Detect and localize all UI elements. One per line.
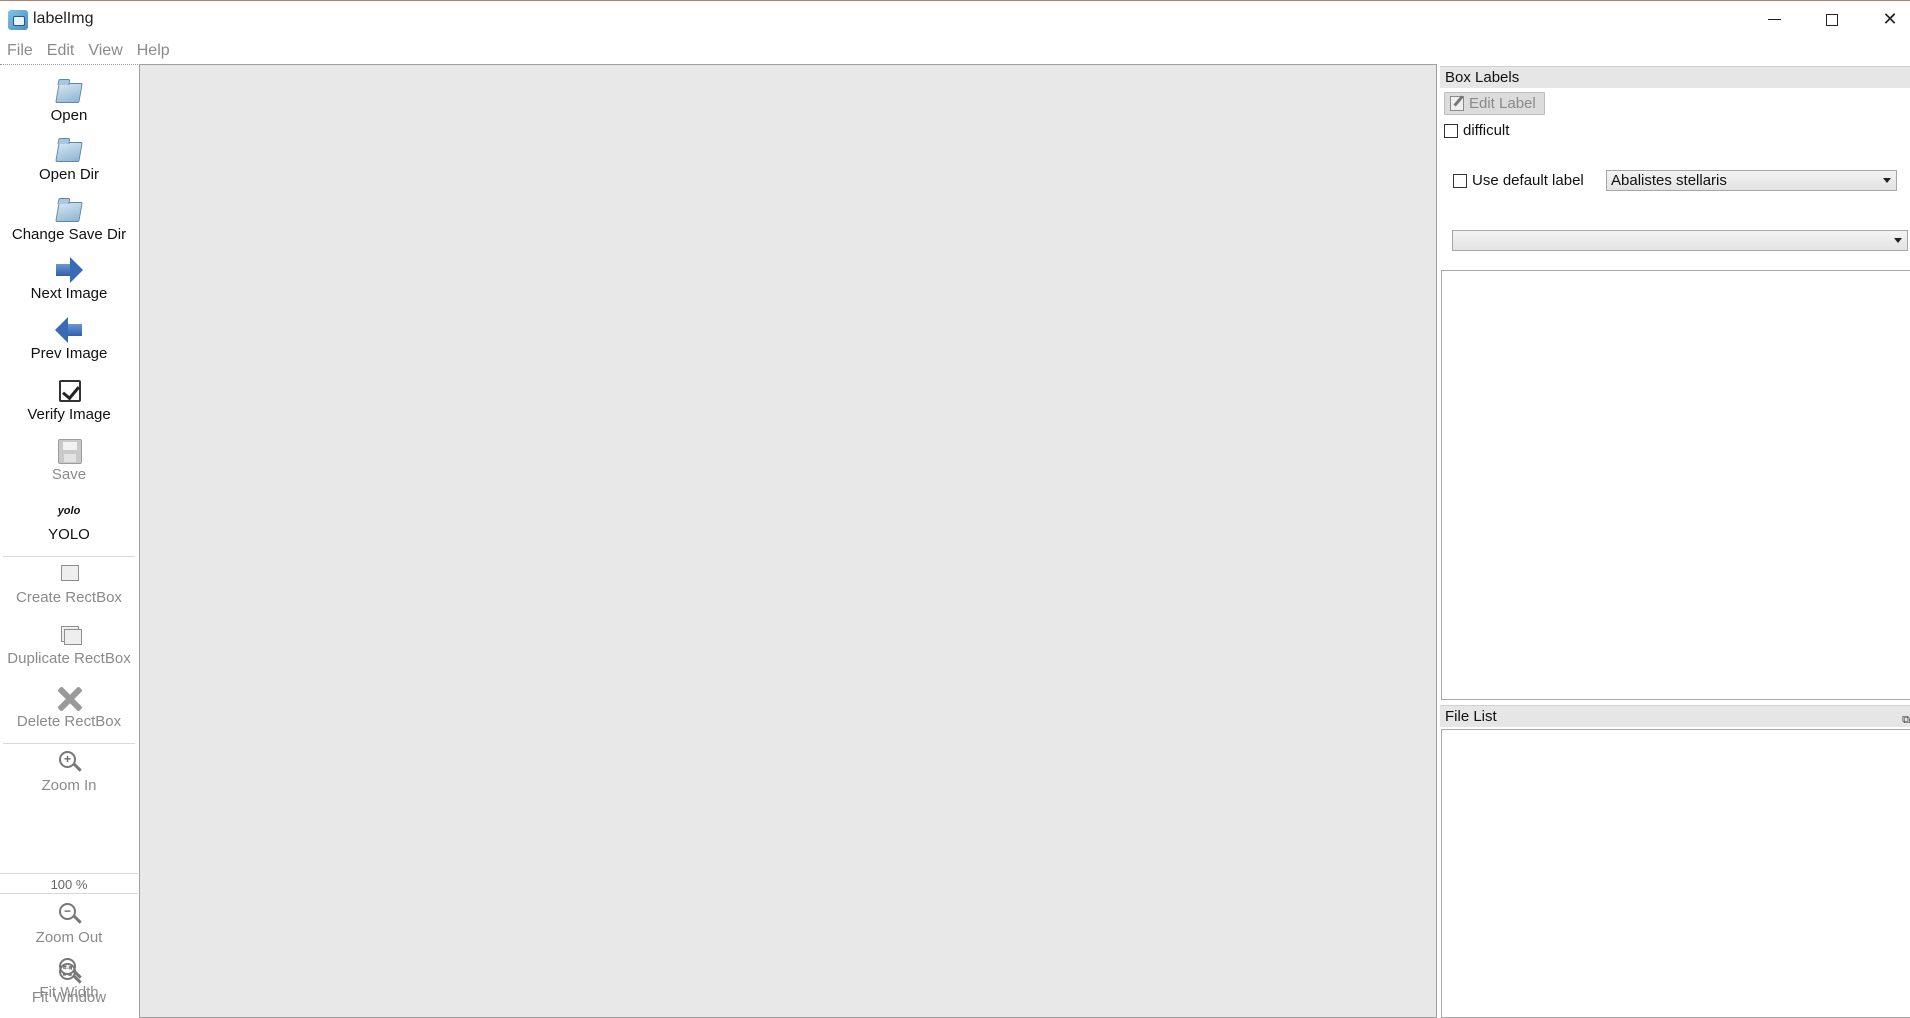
window-title: labelImg [33, 10, 94, 27]
checkbox-icon [54, 376, 84, 406]
prev-image-button[interactable]: Prev Image [0, 315, 138, 362]
minimize-icon [1767, 19, 1781, 20]
verify-image-button[interactable]: Verify Image [0, 376, 138, 423]
yolo-icon: yolo [57, 505, 81, 517]
zoom-in-button[interactable]: + Zoom In [0, 747, 138, 794]
toolbar-separator [3, 556, 135, 557]
zoom-out-button[interactable]: − Zoom Out [0, 899, 138, 946]
open-dir-button[interactable]: Open Dir [0, 136, 138, 183]
title-bar: labelImg ✕ [0, 0, 1910, 37]
label-filter-combo[interactable] [1452, 230, 1908, 251]
maximize-icon [1826, 13, 1838, 26]
box-labels-title: Box Labels [1440, 66, 1910, 88]
delete-rectbox-button[interactable]: Delete RectBox [0, 683, 138, 730]
file-list-title: File List ⧉ [1440, 705, 1910, 727]
toolbar-separator [3, 743, 135, 744]
chevron-down-icon [1883, 178, 1891, 183]
fit-width-icon: ↔ [54, 954, 84, 984]
next-image-button[interactable]: Next Image [0, 255, 138, 302]
folder-icon [54, 196, 84, 226]
label-list[interactable] [1441, 270, 1910, 700]
open-button[interactable]: Open [0, 77, 138, 124]
folder-icon [54, 77, 84, 107]
close-icon: ✕ [1882, 9, 1898, 29]
format-yolo-button[interactable]: yolo YOLO [0, 496, 138, 543]
dock-float-icon[interactable]: ⧉ [1902, 709, 1910, 731]
right-dock: Box Labels Edit Label difficult Use defa… [1440, 64, 1910, 1018]
edit-icon [1450, 96, 1464, 111]
save-button[interactable]: Save [0, 436, 138, 483]
create-rect-icon [54, 559, 84, 589]
edit-label-button[interactable]: Edit Label [1444, 92, 1545, 115]
fit-width-button[interactable]: ↔ Fit Width [0, 954, 138, 1001]
minimize-button[interactable] [1745, 1, 1803, 38]
menu-bar: File Edit View Help [0, 37, 1910, 64]
duplicate-icon [54, 620, 84, 650]
delete-icon [54, 683, 84, 713]
chevron-down-icon [1894, 238, 1902, 243]
file-list[interactable] [1441, 729, 1910, 1018]
menu-help[interactable]: Help [130, 42, 177, 60]
left-toolbar: Open Open Dir Change Save Dir Next Image… [0, 64, 138, 1018]
menu-edit[interactable]: Edit [40, 42, 82, 60]
menu-file[interactable]: File [0, 42, 40, 60]
zoom-out-icon: − [54, 899, 84, 929]
difficult-label: difficult [1463, 122, 1510, 139]
zoom-in-icon: + [54, 747, 84, 777]
close-button[interactable]: ✕ [1861, 1, 1910, 38]
menu-view[interactable]: View [81, 42, 129, 60]
create-rectbox-button[interactable]: Create RectBox [0, 559, 138, 606]
difficult-checkbox[interactable] [1444, 124, 1458, 138]
arrow-left-icon [54, 315, 84, 345]
folder-icon [54, 136, 84, 166]
image-canvas[interactable] [139, 64, 1437, 1018]
use-default-label-label: Use default label [1472, 172, 1584, 189]
save-icon [54, 436, 84, 466]
duplicate-rectbox-button[interactable]: Duplicate RectBox [0, 620, 138, 667]
default-label-combo[interactable]: Abalistes stellaris [1606, 170, 1897, 191]
maximize-button[interactable] [1803, 1, 1861, 38]
change-save-dir-button[interactable]: Change Save Dir [0, 196, 138, 243]
zoom-spinbox[interactable]: 100 % [0, 873, 138, 894]
use-default-label-checkbox[interactable] [1453, 174, 1467, 188]
arrow-right-icon [54, 255, 84, 285]
app-icon [8, 10, 28, 30]
